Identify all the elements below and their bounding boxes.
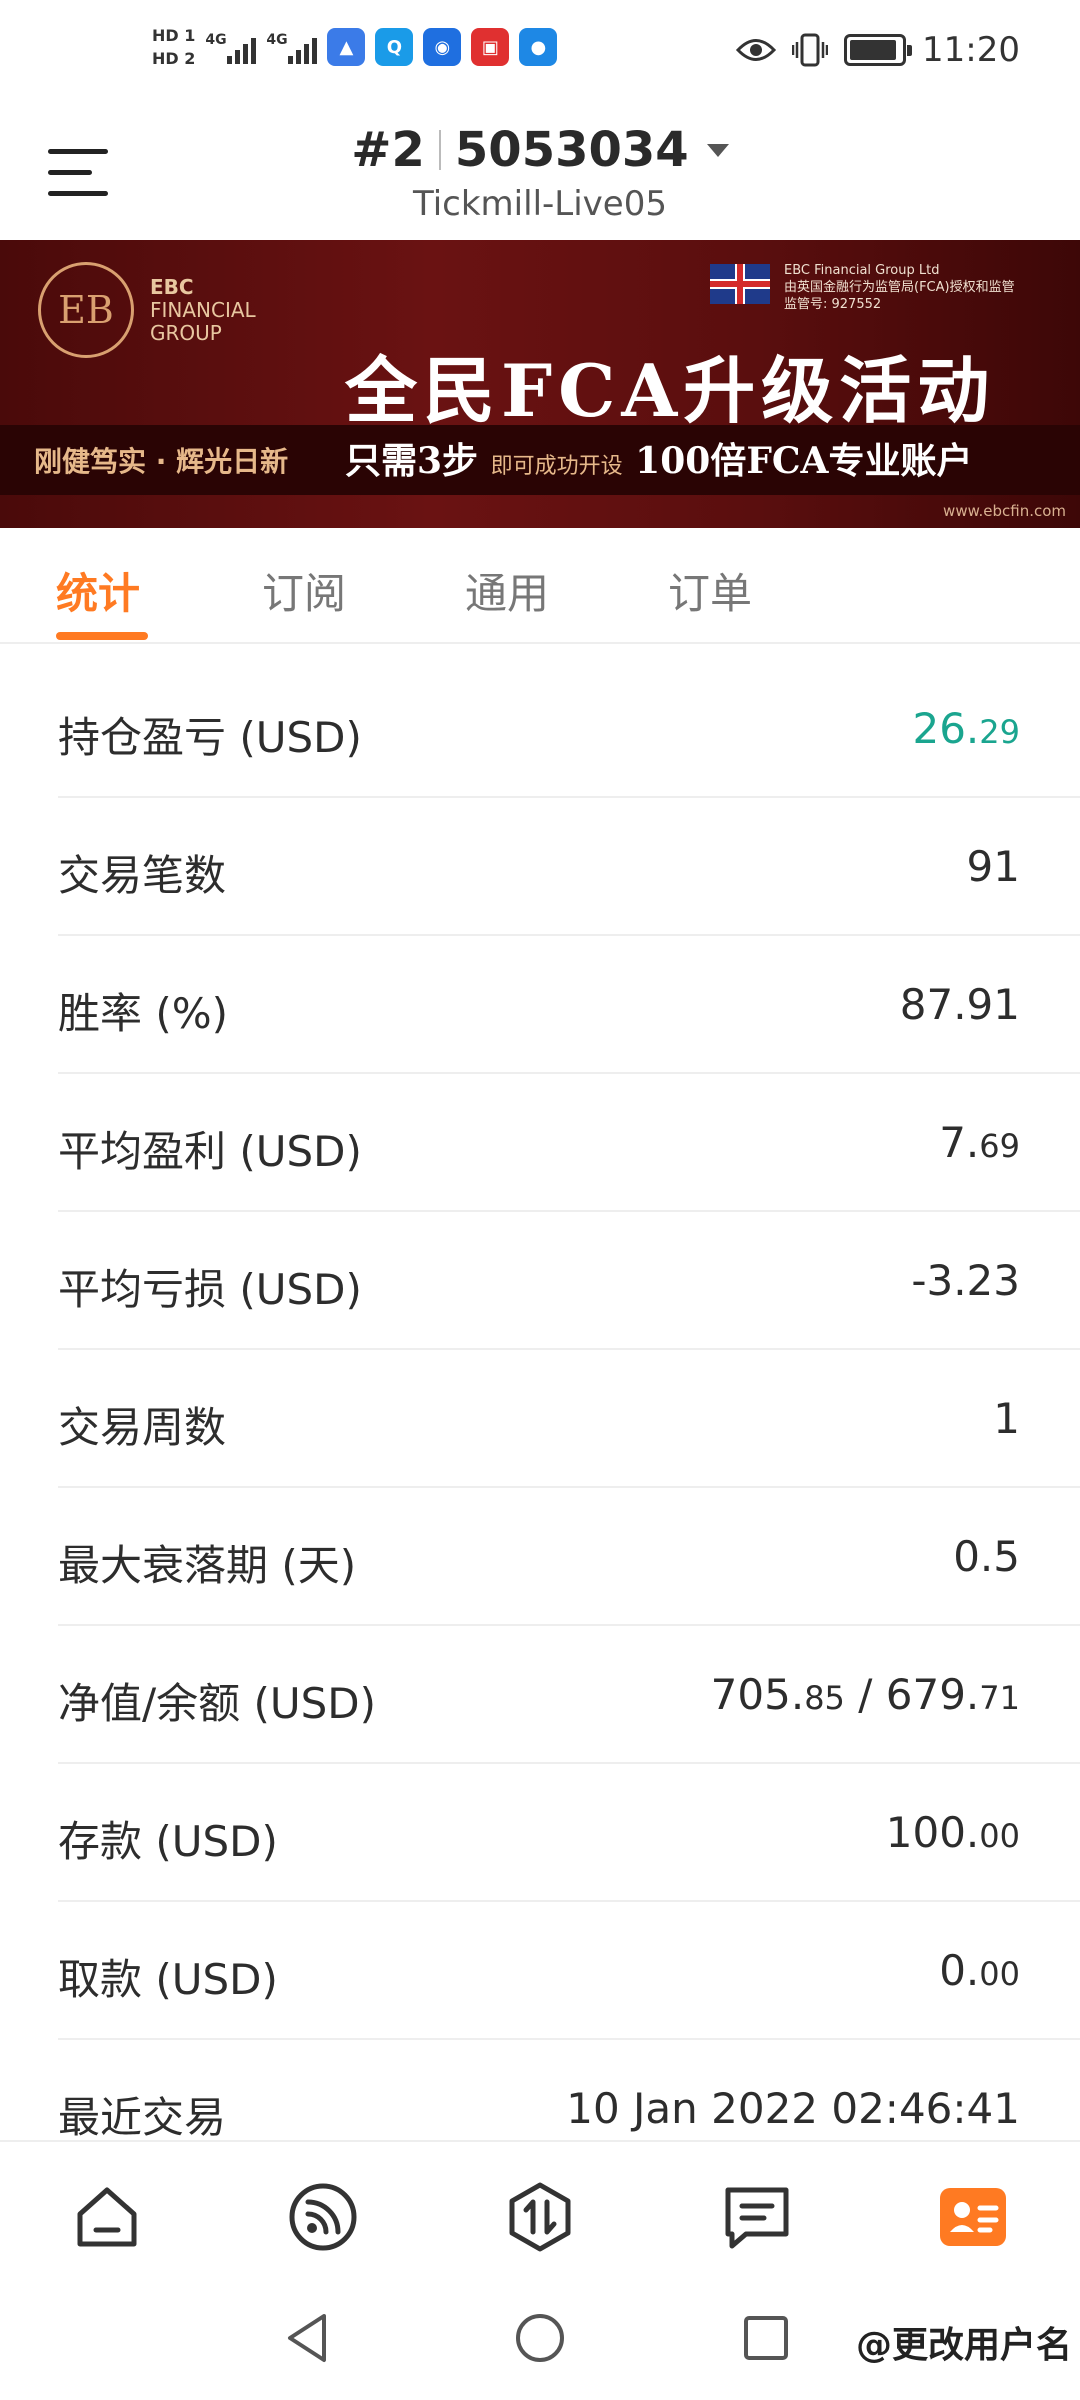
signal-icon: 4G — [205, 30, 257, 64]
tab-bar: 统计 订阅 通用 订单 — [0, 528, 1080, 644]
back-icon[interactable] — [280, 2310, 336, 2370]
stat-label: 胜率 (%) — [58, 989, 229, 1038]
bot-app-icon: ● — [519, 28, 558, 66]
gallery-app-icon: ▲ — [327, 28, 366, 66]
stat-value: 705.85 / 679.71 — [710, 1670, 1020, 1719]
stats-list: 持仓盈亏 (USD) 26.29 交易笔数 91 胜率 (%) 87.91 平均… — [0, 660, 1080, 2178]
tab-general[interactable]: 通用 — [465, 560, 549, 621]
promo-banner[interactable]: EB EBC FINANCIAL GROUP EBC Financial Gro… — [0, 240, 1080, 528]
stat-label: 最大衰落期 (天) — [58, 1541, 357, 1590]
trade-icon[interactable] — [505, 2182, 575, 2252]
stat-value: -3.23 — [911, 1256, 1020, 1305]
account-index: #2 — [351, 122, 425, 178]
stat-label: 平均盈利 (USD) — [58, 1127, 362, 1176]
banner-title: 全民FCA升级活动 — [345, 348, 996, 433]
app-header: #2 5053034 Tickmill-Live05 — [0, 118, 1080, 240]
stat-label: 交易周数 — [58, 1403, 227, 1452]
tab-orders[interactable]: 订单 — [668, 560, 752, 621]
home-circle-icon[interactable] — [512, 2310, 568, 2370]
banner-url: www.ebcfin.com — [943, 502, 1066, 520]
stat-row-win-rate: 胜率 (%) 87.91 — [58, 936, 1080, 1074]
stat-label: 交易笔数 — [58, 851, 227, 900]
server-name: Tickmill-Live05 — [413, 184, 667, 224]
stat-row-weeks: 交易周数 1 — [58, 1350, 1080, 1488]
stat-value: 100.00 — [885, 1808, 1020, 1857]
chevron-down-icon[interactable] — [706, 143, 729, 157]
stat-label: 最近交易 — [58, 2093, 227, 2142]
stat-row-max-drawdown-period: 最大衰落期 (天) 0.5 — [58, 1488, 1080, 1626]
active-tab-indicator — [56, 632, 148, 640]
fca-notice: EBC Financial Group Ltd 由英国金融行为监管局(FCA)授… — [784, 263, 1015, 312]
banner-promo: 只需3步 即可成功开设 100倍FCA专业账户 — [345, 440, 973, 482]
stat-row-trades: 交易笔数 91 — [58, 798, 1080, 936]
stat-value: 7.69 — [939, 1118, 1020, 1167]
stat-row-withdrawal: 取款 (USD) 0.00 — [58, 1902, 1080, 2040]
stat-label: 取款 (USD) — [58, 1955, 278, 2004]
watermark: @更改用户名 — [855, 2325, 1072, 2366]
tab-stats[interactable]: 统计 — [56, 560, 140, 621]
sim-indicators: HD 1 HD 2 — [152, 26, 195, 68]
stat-label: 平均亏损 (USD) — [58, 1265, 362, 1314]
eye-icon — [736, 39, 777, 61]
stat-value: 26.29 — [912, 704, 1020, 753]
stat-value: 10 Jan 2022 02:46:41 — [566, 2084, 1020, 2133]
battery-charging-icon — [844, 34, 913, 66]
stat-row-equity-balance: 净值/余额 (USD) 705.85 / 679.71 — [58, 1626, 1080, 1764]
bulb-app-icon: ◉ — [423, 28, 462, 66]
bottom-nav — [0, 2140, 1080, 2280]
brand-name: EBC FINANCIAL GROUP — [150, 275, 256, 345]
stat-row-avg-profit: 平均盈利 (USD) 7.69 — [58, 1074, 1080, 1212]
signal2-icon: 4G — [266, 30, 318, 64]
stat-label: 持仓盈亏 (USD) — [58, 713, 362, 762]
recents-icon[interactable] — [740, 2312, 792, 2368]
stat-row-floating-pnl: 持仓盈亏 (USD) 26.29 — [58, 660, 1080, 798]
status-bar: HD 1 HD 2 4G 4G ▲ Q ◉ ▣ ● 11:20 — [0, 0, 1080, 118]
account-number: 5053034 — [454, 122, 689, 178]
clock: 11:20 — [922, 30, 1020, 70]
search-app-icon: Q — [375, 28, 414, 66]
vibrate-icon — [792, 33, 829, 67]
uk-flag-icon — [710, 264, 770, 304]
account-divider — [438, 130, 441, 170]
tab-subscribe[interactable]: 订阅 — [262, 560, 346, 621]
profile-icon[interactable] — [938, 2182, 1008, 2252]
sim1-indicator: HD 1 — [152, 26, 196, 45]
stat-value: 87.91 — [899, 980, 1020, 1029]
stat-value: 91 — [966, 842, 1020, 891]
stat-value: 1 — [993, 1394, 1020, 1443]
stat-value: 0.5 — [953, 1532, 1020, 1581]
home-icon[interactable] — [72, 2182, 142, 2252]
stat-row-deposit: 存款 (USD) 100.00 — [58, 1764, 1080, 1902]
stat-row-avg-loss: 平均亏损 (USD) -3.23 — [58, 1212, 1080, 1350]
stat-value: 0.00 — [939, 1946, 1020, 1995]
news-app-icon: ▣ — [471, 28, 510, 66]
ebc-logo-icon: EB — [38, 262, 134, 358]
stat-label: 存款 (USD) — [58, 1817, 278, 1866]
orders-icon[interactable] — [722, 2182, 792, 2252]
account-selector[interactable]: #2 5053034 Tickmill-Live05 — [0, 122, 1080, 224]
banner-slogan: 刚健笃实 · 辉光日新 — [34, 445, 289, 478]
stat-label: 净值/余额 (USD) — [58, 1679, 377, 1728]
system-nav-bar: @更改用户名 — [0, 2280, 1080, 2400]
feed-icon[interactable] — [288, 2182, 358, 2252]
sim2-indicator: HD 2 — [152, 49, 196, 68]
